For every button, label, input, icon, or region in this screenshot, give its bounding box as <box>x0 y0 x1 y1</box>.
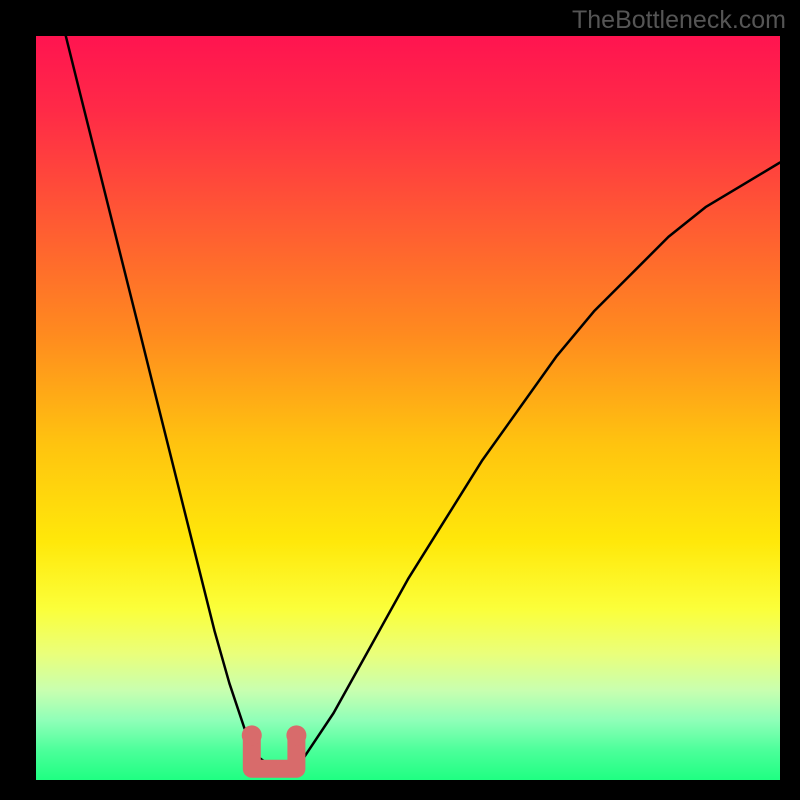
marker-left-edge <box>242 725 262 745</box>
curve-layer <box>36 36 780 780</box>
plot-area <box>36 36 780 780</box>
bottleneck-curve <box>66 36 780 769</box>
chart-frame: TheBottleneck.com <box>0 0 800 800</box>
marker-right-edge <box>286 725 306 745</box>
watermark-text: TheBottleneck.com <box>572 6 786 35</box>
